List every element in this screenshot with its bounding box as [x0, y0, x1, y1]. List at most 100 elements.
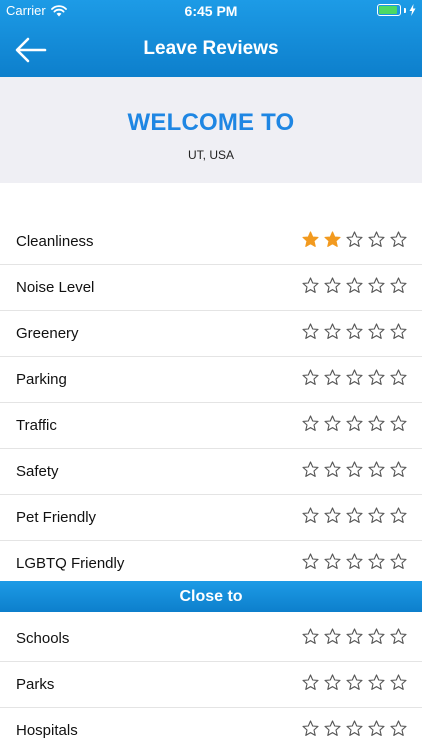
star-empty-icon[interactable] [346, 461, 363, 478]
status-time: 6:45 PM [184, 3, 238, 19]
star-rating[interactable] [302, 507, 407, 524]
star-empty-icon[interactable] [346, 415, 363, 432]
star-rating[interactable] [302, 674, 407, 691]
star-rating[interactable] [302, 461, 407, 478]
battery-level [379, 6, 397, 14]
star-empty-icon[interactable] [324, 461, 341, 478]
star-empty-icon[interactable] [368, 369, 385, 386]
star-empty-icon[interactable] [346, 674, 363, 691]
star-empty-icon[interactable] [368, 553, 385, 570]
rating-label: Noise Level [16, 279, 95, 296]
star-empty-icon[interactable] [324, 628, 341, 645]
star-empty-icon[interactable] [302, 720, 319, 737]
rating-row: Noise Level [0, 265, 422, 311]
charging-bolt-icon [409, 4, 416, 16]
navigation-bar: Leave Reviews [0, 22, 422, 77]
star-empty-icon[interactable] [324, 720, 341, 737]
star-empty-icon[interactable] [302, 674, 319, 691]
rating-row: Parking [0, 357, 422, 403]
star-empty-icon[interactable] [324, 277, 341, 294]
star-rating[interactable] [302, 415, 407, 432]
rating-label: Pet Friendly [16, 509, 97, 526]
star-empty-icon[interactable] [368, 323, 385, 340]
star-empty-icon[interactable] [390, 415, 407, 432]
star-rating[interactable] [302, 720, 407, 737]
welcome-banner: WELCOME TO UT, USA [0, 77, 422, 183]
star-empty-icon[interactable] [368, 461, 385, 478]
star-empty-icon[interactable] [368, 674, 385, 691]
star-empty-icon[interactable] [390, 369, 407, 386]
star-rating[interactable] [302, 231, 407, 248]
rating-label: Greenery [16, 325, 79, 342]
star-empty-icon[interactable] [324, 415, 341, 432]
rating-row: Parks [0, 662, 422, 708]
star-empty-icon[interactable] [368, 628, 385, 645]
star-empty-icon[interactable] [368, 277, 385, 294]
star-empty-icon[interactable] [324, 323, 341, 340]
star-empty-icon[interactable] [346, 553, 363, 570]
close-to-header: Close to [0, 581, 422, 612]
ratings-list: Cleanliness Noise Level Greenery Parking Tra… [0, 219, 422, 587]
battery-icon [377, 4, 401, 16]
rating-row: Pet Friendly [0, 495, 422, 541]
star-empty-icon[interactable] [324, 507, 341, 524]
star-empty-icon[interactable] [346, 369, 363, 386]
star-empty-icon[interactable] [368, 720, 385, 737]
close-to-list: Schools Parks Hospitals [0, 616, 422, 750]
rating-row: Hospitals [0, 708, 422, 750]
location-label: UT, USA [187, 148, 234, 162]
star-empty-icon[interactable] [324, 369, 341, 386]
star-filled-icon[interactable] [302, 231, 319, 248]
rating-label: Parking [16, 371, 67, 388]
star-rating[interactable] [302, 277, 407, 294]
star-empty-icon[interactable] [346, 507, 363, 524]
app-header: Carrier 6:45 PM Leave Reviews [0, 0, 422, 77]
star-empty-icon[interactable] [324, 674, 341, 691]
star-empty-icon[interactable] [302, 507, 319, 524]
rating-label: Safety [16, 463, 59, 480]
star-rating[interactable] [302, 369, 407, 386]
rating-row: Schools [0, 616, 422, 662]
rating-label: Parks [16, 676, 55, 693]
rating-row: Traffic [0, 403, 422, 449]
star-empty-icon[interactable] [390, 674, 407, 691]
star-rating[interactable] [302, 628, 407, 645]
star-empty-icon[interactable] [368, 415, 385, 432]
star-empty-icon[interactable] [302, 277, 319, 294]
star-filled-icon[interactable] [324, 231, 341, 248]
star-empty-icon[interactable] [346, 231, 363, 248]
rating-label: Hospitals [16, 722, 78, 739]
star-empty-icon[interactable] [302, 369, 319, 386]
page-title: Leave Reviews [143, 38, 279, 59]
star-empty-icon[interactable] [390, 628, 407, 645]
star-rating[interactable] [302, 553, 407, 570]
star-empty-icon[interactable] [302, 553, 319, 570]
star-empty-icon[interactable] [368, 231, 385, 248]
star-empty-icon[interactable] [390, 553, 407, 570]
star-empty-icon[interactable] [390, 507, 407, 524]
star-empty-icon[interactable] [390, 277, 407, 294]
star-empty-icon[interactable] [302, 461, 319, 478]
rating-row: Greenery [0, 311, 422, 357]
status-bar: Carrier 6:45 PM [0, 0, 422, 22]
rating-row: Cleanliness [0, 219, 422, 265]
star-empty-icon[interactable] [390, 720, 407, 737]
star-empty-icon[interactable] [390, 323, 407, 340]
star-empty-icon[interactable] [346, 720, 363, 737]
star-empty-icon[interactable] [390, 461, 407, 478]
rating-row: Safety [0, 449, 422, 495]
star-empty-icon[interactable] [368, 507, 385, 524]
star-empty-icon[interactable] [324, 553, 341, 570]
welcome-title: WELCOME TO [127, 109, 295, 136]
star-empty-icon[interactable] [302, 323, 319, 340]
star-empty-icon[interactable] [390, 231, 407, 248]
rating-label: Schools [16, 630, 70, 647]
star-rating[interactable] [302, 323, 407, 340]
star-empty-icon[interactable] [302, 628, 319, 645]
star-empty-icon[interactable] [346, 628, 363, 645]
rating-label: LGBTQ Friendly [16, 555, 125, 572]
star-empty-icon[interactable] [302, 415, 319, 432]
rating-label: Traffic [16, 417, 57, 434]
star-empty-icon[interactable] [346, 323, 363, 340]
star-empty-icon[interactable] [346, 277, 363, 294]
